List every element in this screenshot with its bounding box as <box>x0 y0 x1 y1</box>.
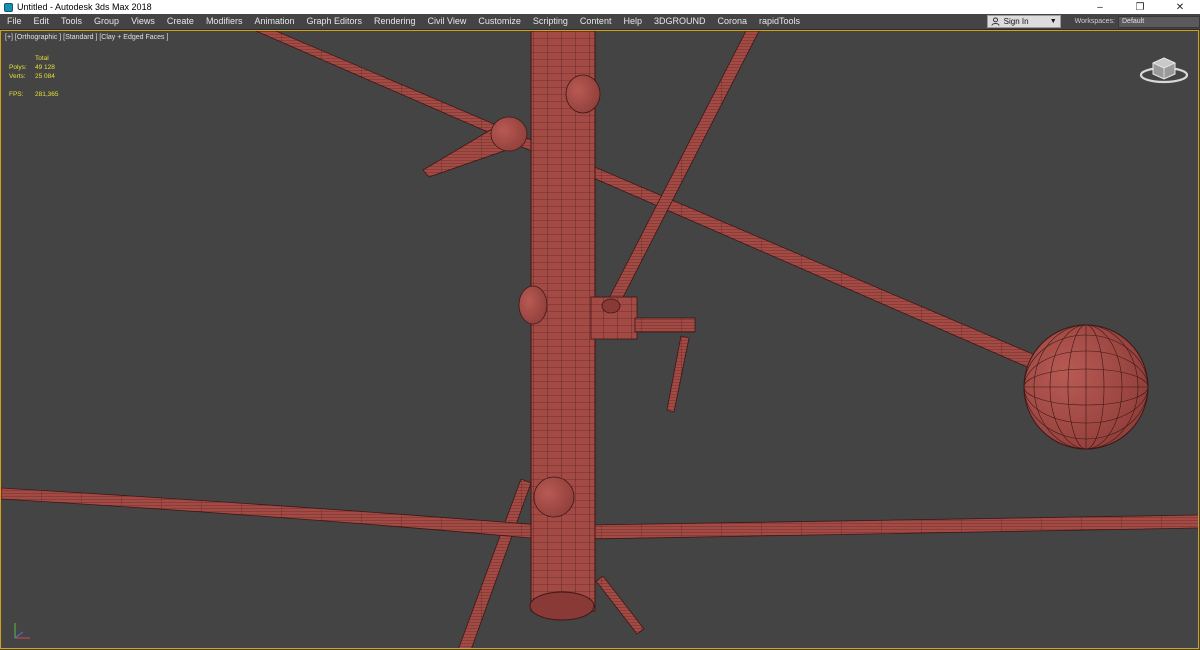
minimize-button[interactable]: – <box>1080 0 1120 14</box>
stats-fps-label: FPS: <box>9 91 24 98</box>
knob-top[interactable] <box>565 74 601 114</box>
knob-middle-left[interactable] <box>518 285 548 325</box>
menu-bar: File Edit Tools Group Views Create Modif… <box>0 14 1200 30</box>
stats-polys-row: Polys: 49 128 <box>9 63 59 72</box>
menu-help[interactable]: Help <box>617 14 648 29</box>
sign-in-label: Sign In <box>1003 17 1029 26</box>
stats-verts-label: Verts: <box>9 73 26 80</box>
menu-modifiers[interactable]: Modifiers <box>200 14 249 29</box>
menu-rapidtools[interactable]: rapidTools <box>753 14 806 29</box>
viewport-scene[interactable] <box>1 31 1199 649</box>
rod-bottom-small[interactable] <box>595 575 645 635</box>
statistics-overlay: Total Polys: 49 128 Verts: 25 084 FPS: 2… <box>9 54 59 99</box>
menu-create[interactable]: Create <box>161 14 200 29</box>
stats-verts-row: Verts: 25 084 <box>9 72 59 81</box>
menu-views[interactable]: Views <box>125 14 161 29</box>
menu-edit[interactable]: Edit <box>28 14 56 29</box>
menu-file[interactable]: File <box>0 14 28 29</box>
knob-lower[interactable] <box>533 476 575 518</box>
axis-tripod-icon <box>14 623 30 639</box>
menu-tools[interactable]: Tools <box>55 14 88 29</box>
menu-graph-editors[interactable]: Graph Editors <box>300 14 368 29</box>
workspaces-select[interactable]: Default <box>1118 15 1200 28</box>
workspaces-label: Workspaces: <box>1074 18 1115 25</box>
stats-fps-row: FPS: 281,365 <box>9 90 59 99</box>
rod-steep-upper[interactable] <box>603 31 760 314</box>
menu-civil-view[interactable]: Civil View <box>422 14 473 29</box>
viewport-label[interactable]: [+] [Orthographic ] [Standard ] [Clay + … <box>5 34 168 41</box>
menu-scripting[interactable]: Scripting <box>527 14 574 29</box>
menu-rendering[interactable]: Rendering <box>368 14 422 29</box>
stats-fps-value: 281,365 <box>35 91 59 98</box>
menu-group[interactable]: Group <box>88 14 125 29</box>
window-title: Untitled - Autodesk 3ds Max 2018 <box>17 2 152 12</box>
workspaces-value: Default <box>1122 18 1145 25</box>
restore-button[interactable]: ❐ <box>1120 0 1160 14</box>
rod-steep-lower[interactable] <box>458 478 532 649</box>
clamp-middle[interactable] <box>590 296 696 413</box>
rod-horizontal[interactable] <box>1 487 1199 540</box>
sign-in-dropdown[interactable]: Sign In ▼ <box>986 15 1061 28</box>
menu-customize[interactable]: Customize <box>472 14 527 29</box>
chevron-down-icon: ▼ <box>1049 18 1057 25</box>
close-button[interactable]: ✕ <box>1160 0 1200 14</box>
perspective-viewport[interactable]: [+] [Orthographic ] [Standard ] [Clay + … <box>0 30 1199 649</box>
stats-polys-value: 49 128 <box>35 64 55 71</box>
main-cylinder[interactable] <box>529 31 596 621</box>
title-bar: Untitled - Autodesk 3ds Max 2018 – ❐ ✕ <box>0 0 1200 14</box>
menu-3dground[interactable]: 3DGROUND <box>648 14 712 29</box>
app-icon <box>4 2 13 12</box>
sphere[interactable] <box>1023 324 1149 450</box>
viewcube-icon[interactable] <box>1138 51 1190 85</box>
menu-animation[interactable]: Animation <box>248 14 300 29</box>
stats-polys-label: Polys: <box>9 64 27 71</box>
stats-verts-value: 25 084 <box>35 73 55 80</box>
menu-corona[interactable]: Corona <box>711 14 753 29</box>
menu-content[interactable]: Content <box>574 14 618 29</box>
stats-total-header: Total <box>35 55 49 62</box>
user-icon <box>991 17 1000 26</box>
